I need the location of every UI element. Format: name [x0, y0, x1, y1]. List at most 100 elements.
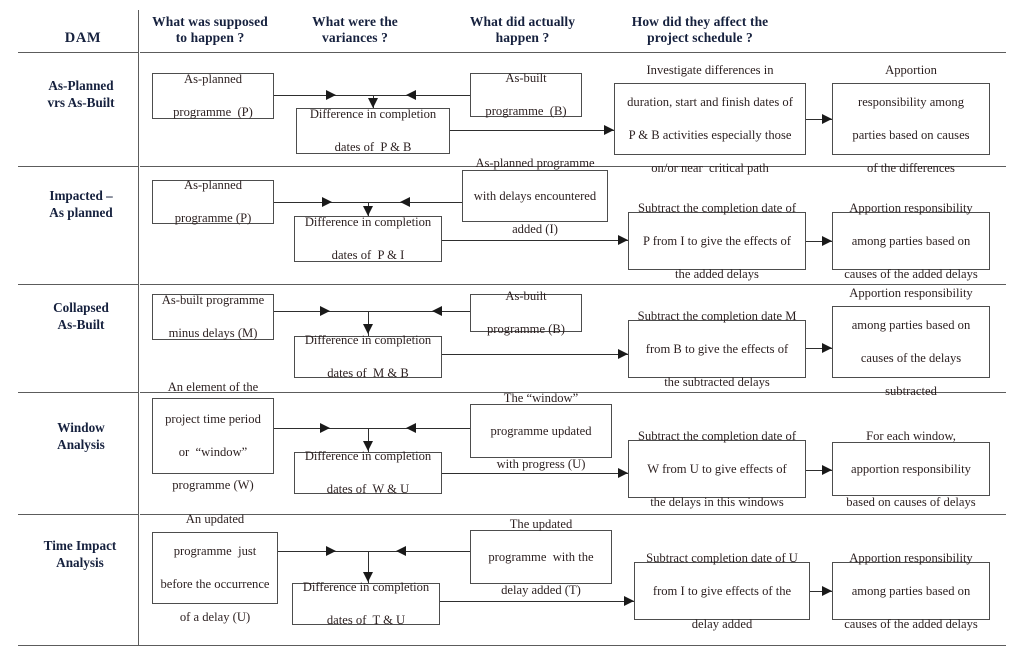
column-header-what-were-the-variances: What were the variances ?: [290, 14, 420, 47]
column-header-line2: project schedule ?: [647, 30, 753, 46]
row1-arrowhead-to-effect: [604, 125, 614, 135]
row-label-window-analysis: Window Analysis: [26, 420, 136, 454]
row2-arrowhead-left: [400, 197, 410, 207]
row5-box-apportion[interactable]: Apportion responsibility among parties b…: [832, 551, 990, 631]
row5-connector-difference-to-effect: [440, 601, 634, 602]
row3-box-difference[interactable]: Difference in completion dates of M & B: [294, 333, 442, 380]
row3-box-effect[interactable]: Subtract the completion date M from B to…: [628, 309, 806, 389]
column-header-line1: What did actually: [469, 14, 576, 29]
column-header-line1: What were the: [312, 14, 398, 29]
row-label-line2: Analysis: [56, 554, 104, 570]
row4-box-apportion[interactable]: For each window, apportion responsibilit…: [832, 429, 990, 509]
row5-arrowhead-to-apportion: [822, 586, 832, 596]
row5-arrowhead-left: [396, 546, 406, 556]
row1-connector-right-to-junction: [373, 95, 470, 96]
row-label-line1: Window: [57, 420, 105, 435]
row-label-line1: Impacted –: [49, 188, 113, 203]
row4-box-window-updated[interactable]: The “window” programme updated with prog…: [470, 391, 612, 471]
column-header-line2: to happen ?: [175, 30, 245, 46]
row3-box-apportion[interactable]: Apportion responsibility among parties b…: [832, 286, 990, 398]
row4-box-effect[interactable]: Subtract the completion date of W from U…: [628, 429, 806, 509]
corner-label-dam: DAM: [64, 30, 102, 46]
row5-connector-left-to-junction: [278, 551, 368, 552]
row-separator-4-left: [18, 514, 138, 515]
row5-arrowhead-to-effect: [624, 596, 634, 606]
row4-box-difference[interactable]: Difference in completion dates of W & U: [294, 449, 442, 496]
row2-arrowhead-right: [322, 197, 332, 207]
row5-box-difference[interactable]: Difference in completion dates of T & U: [292, 580, 440, 627]
row-label-as-planned-vrs-as-built: As-Planned vrs As-Built: [26, 78, 136, 112]
column-header-line1: What was supposed: [152, 14, 268, 29]
row4-arrowhead-to-apportion: [822, 465, 832, 475]
column-header-what-did-actually-happen: What did actually happen ?: [455, 14, 590, 47]
row1-actual-line2: programme (B): [485, 104, 567, 119]
row1-diff-line2: dates of P & B: [334, 140, 412, 155]
row-label-line1: Collapsed: [53, 300, 109, 315]
row3-box-as-built-minus-delays[interactable]: As-built programme minus delays (M): [152, 293, 274, 340]
row5-arrowhead-right: [326, 546, 336, 556]
row1-box-effect[interactable]: Investigate differences in duration, sta…: [614, 63, 806, 175]
row1-connector-left-to-junction: [274, 95, 373, 96]
row1-arrowhead-to-apportion: [822, 114, 832, 124]
row1-box-line1: As-planned: [183, 72, 243, 87]
column-header-line1: How did they affect the: [631, 14, 769, 29]
row3-connector-right-to-junction: [368, 311, 470, 312]
row-separator-2-left: [18, 284, 138, 285]
row1-arrowhead-left: [406, 90, 416, 100]
row-label-impacted-as-planned: Impacted – As planned: [26, 188, 136, 222]
row-label-collapsed-as-built: Collapsed As-Built: [26, 300, 136, 334]
row5-box-updated-programme-before-delay[interactable]: An updated programme just before the occ…: [152, 512, 278, 624]
row4-connector-right-to-junction: [368, 428, 470, 429]
row4-arrowhead-to-effect: [618, 468, 628, 478]
row-label-time-impact-analysis: Time Impact Analysis: [20, 538, 140, 572]
row3-arrowhead-right: [320, 306, 330, 316]
row2-box-difference[interactable]: Difference in completion dates of P & I: [294, 215, 442, 262]
row-label-line1: Time Impact: [43, 538, 117, 553]
row1-actual-line1: As-built: [505, 71, 547, 86]
row2-connector-left-to-junction: [274, 202, 368, 203]
column-header-what-was-supposed-to-happen: What was supposed to happen ?: [140, 14, 280, 47]
row1-arrowhead-right: [326, 90, 336, 100]
header-separator-left: [18, 52, 138, 53]
row3-arrowhead-to-apportion: [822, 343, 832, 353]
row3-box-as-built-programme[interactable]: As-built programme (B): [470, 289, 582, 336]
row5-box-effect[interactable]: Subtract completion date of U from I to …: [634, 551, 810, 631]
row-separator-1-left: [18, 166, 138, 167]
row1-box-as-built-programme[interactable]: As-built programme (B): [470, 71, 582, 119]
row1-box-line2: programme (P): [173, 105, 253, 120]
row4-arrowhead-left: [406, 423, 416, 433]
column-header-line2: happen ?: [495, 30, 550, 46]
table-bottom-border: [18, 645, 1006, 646]
row3-arrowhead-to-effect: [618, 349, 628, 359]
row1-box-apportion[interactable]: Apportion responsibility among parties b…: [832, 63, 990, 175]
row2-arrowhead-to-apportion: [822, 236, 832, 246]
row-label-line2: As-Built: [57, 316, 105, 332]
row2-box-effect[interactable]: Subtract the completion date of P from I…: [628, 201, 806, 281]
row2-box-as-planned-programme[interactable]: As-planned programme (P): [152, 178, 274, 225]
row4-arrowhead-right: [320, 423, 330, 433]
row3-connector-difference-to-effect: [442, 354, 628, 355]
row2-box-apportion[interactable]: Apportion responsibility among parties b…: [832, 201, 990, 281]
row1-box-difference[interactable]: Difference in completion dates of P & B: [296, 107, 450, 155]
row4-box-window-programme[interactable]: An element of the project time period or…: [152, 380, 274, 492]
row4-connector-difference-to-effect: [442, 473, 628, 474]
row1-diff-line1: Difference in completion: [309, 107, 437, 122]
dam-comparison-diagram: DAM What was supposed to happen ? What w…: [0, 0, 1024, 661]
column-header-how-did-they-affect-the-project-schedule: How did they affect the project schedule…: [605, 14, 795, 47]
row-label-line1: As-Planned: [48, 78, 114, 93]
row-label-line2: As planned: [49, 204, 113, 220]
row5-connector-right-to-junction: [368, 551, 470, 552]
row1-connector-difference-to-effect: [450, 130, 614, 131]
row-label-line2: vrs As-Built: [47, 94, 115, 110]
row1-box-as-planned-programme[interactable]: As-planned programme (P): [152, 72, 274, 120]
row5-box-updated-with-delay[interactable]: The updated programme with the delay add…: [470, 517, 612, 597]
row2-box-as-planned-with-delays[interactable]: As-planned programme with delays encount…: [462, 156, 608, 236]
row2-connector-right-to-junction: [368, 202, 462, 203]
row-label-line2: Analysis: [57, 436, 105, 452]
header-separator-right: [140, 52, 1006, 53]
column-header-line2: variances ?: [322, 30, 388, 46]
row3-arrowhead-left: [432, 306, 442, 316]
row2-connector-difference-to-effect: [442, 240, 628, 241]
row2-arrowhead-to-effect: [618, 235, 628, 245]
row-separator-3-left: [18, 392, 138, 393]
